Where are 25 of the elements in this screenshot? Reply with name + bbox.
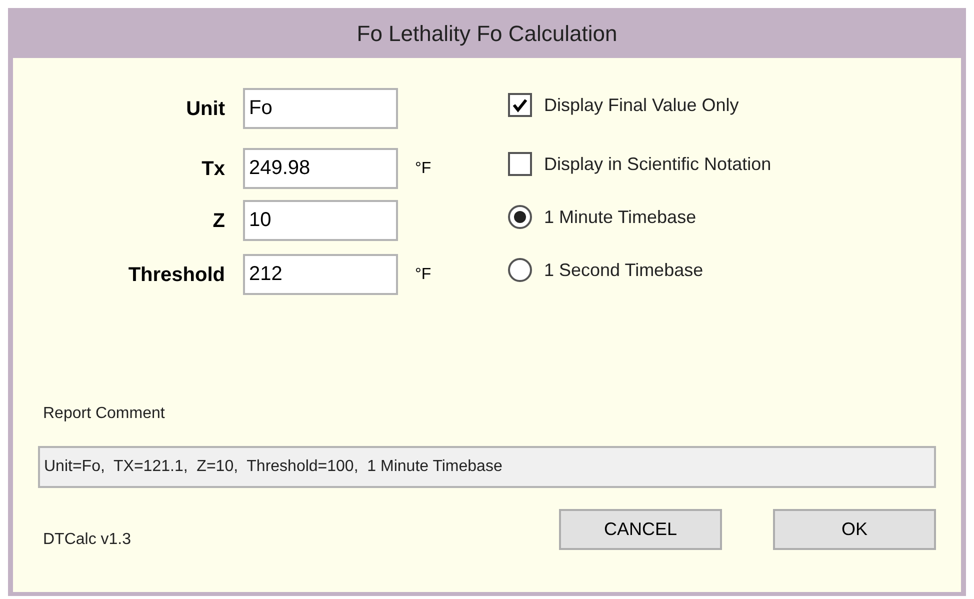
option-label: Display Final Value Only <box>544 94 739 117</box>
radio-button[interactable] <box>508 258 532 282</box>
unit-label: °F <box>415 158 432 178</box>
field-label: Tx <box>200 156 226 182</box>
input-field[interactable]: Fo <box>243 88 398 129</box>
option-label: Display in Scientific Notation <box>544 152 772 176</box>
radio-button[interactable] <box>508 205 532 229</box>
field-label: Z <box>212 208 226 234</box>
option-label: 1 Minute Timebase <box>544 206 696 228</box>
version-label: DTCalc v1.3 <box>43 530 132 550</box>
comment-label: Report Comment <box>43 404 165 424</box>
checkbox[interactable] <box>508 93 532 117</box>
window-title: Fo Lethality Fo Calculation <box>356 20 618 48</box>
input-field[interactable]: 249.98 <box>243 148 398 189</box>
option-label: 1 Second Timebase <box>544 258 704 282</box>
field-label: Unit <box>185 96 226 122</box>
dialog-button[interactable]: CANCEL <box>559 508 722 550</box>
check-icon <box>512 97 528 113</box>
comment-field[interactable]: Unit=Fo, TX=121.1, Z=10, Threshold=100, 1 Minute Timebase <box>38 446 936 488</box>
dialog-button[interactable]: OK <box>773 508 936 550</box>
input-field[interactable]: 212 <box>243 254 398 295</box>
input-field[interactable]: 10 <box>243 200 398 241</box>
checkbox[interactable] <box>508 152 532 176</box>
unit-label: °F <box>415 264 432 284</box>
field-label: Threshold <box>127 262 226 288</box>
